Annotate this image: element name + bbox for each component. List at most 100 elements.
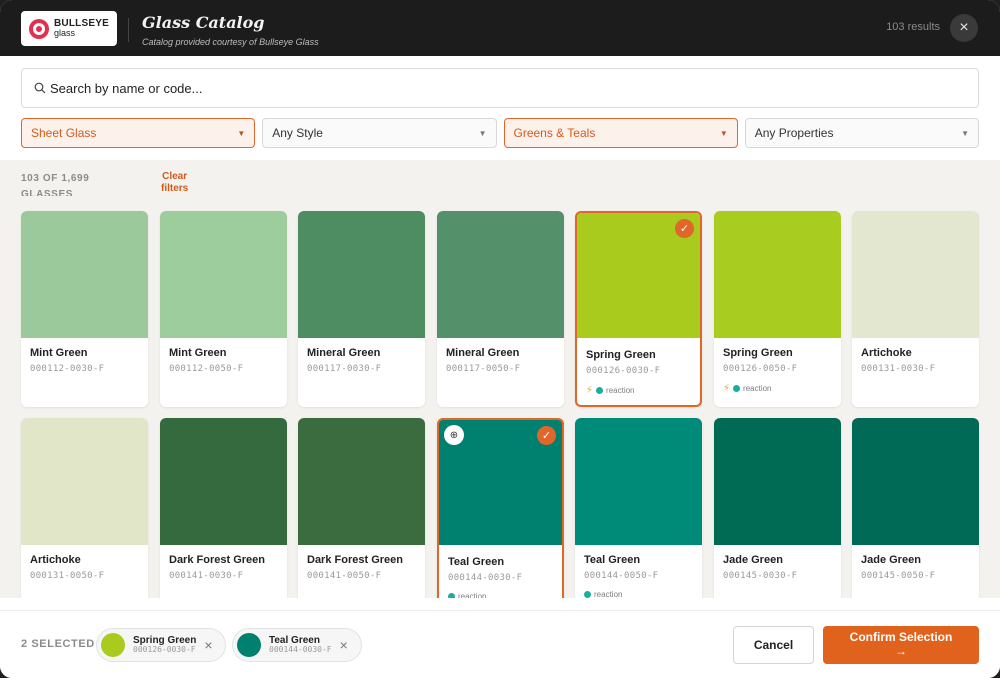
glass-count: 103 OF 1,699 GLASSES	[21, 173, 90, 196]
glass-swatch	[21, 211, 148, 338]
glass-card[interactable]: Teal Green 000144-0050-F reaction	[575, 418, 702, 598]
reactive-dot-icon	[733, 385, 741, 392]
cancel-button[interactable]: Cancel	[733, 626, 814, 664]
close-icon: ×	[959, 19, 969, 36]
chevron-down-icon: ▼	[237, 128, 246, 138]
tag-label: reaction	[606, 386, 635, 395]
chevron-down-icon: ▼	[478, 128, 487, 138]
glass-code: 000126-0050-F	[723, 364, 798, 374]
logo-line2: glass	[54, 28, 76, 38]
glass-swatch	[21, 418, 148, 545]
glass-swatch	[852, 211, 979, 338]
selected-chip: Teal Green 000144-0030-F ×	[232, 628, 362, 662]
glass-name: Spring Green	[723, 347, 793, 359]
glass-code: 000117-0030-F	[307, 364, 382, 374]
glass-swatch	[852, 418, 979, 545]
glass-code: 000126-0030-F	[586, 366, 661, 376]
chip-swatch	[237, 633, 261, 657]
page-subtitle: Catalog provided courtesy of Bullseye Gl…	[142, 37, 319, 47]
glass-swatch	[160, 211, 287, 338]
glass-swatch	[437, 211, 564, 338]
header-bar: BULLSEYE glass Glass Catalog Catalog pro…	[0, 0, 1000, 56]
bolt-icon: ⚡	[723, 383, 731, 394]
glass-name: Artichoke	[30, 554, 81, 566]
glass-card[interactable]: Mint Green 000112-0050-F	[160, 211, 287, 407]
glass-card[interactable]: Dark Forest Green 000141-0050-F	[298, 418, 425, 598]
glass-code: 000117-0050-F	[446, 364, 521, 374]
filter-color-family[interactable]: Greens & Teals ▼	[503, 118, 738, 148]
glass-code: 000112-0050-F	[169, 364, 244, 374]
confirm-selection-button[interactable]: Confirm Selection →	[823, 626, 979, 664]
check-icon: ✓	[675, 219, 694, 238]
glass-name: Artichoke	[861, 347, 912, 359]
glass-name: Teal Green	[584, 554, 641, 566]
page-title: Glass Catalog	[142, 13, 265, 32]
results-count: 103 results	[886, 21, 940, 33]
glass-card[interactable]: Artichoke 000131-0050-F	[21, 418, 148, 598]
tag-label: reaction	[458, 592, 487, 598]
glass-code: 000131-0050-F	[30, 571, 105, 581]
glass-code: 000112-0030-F	[30, 364, 105, 374]
glass-name: Spring Green	[586, 349, 656, 361]
glass-code: 000144-0030-F	[448, 573, 523, 583]
glass-card[interactable]: Spring Green 000126-0030-F ⚡ reaction ✓	[575, 211, 702, 407]
glass-card[interactable]: Jade Green 000145-0050-F	[852, 418, 979, 598]
glass-card[interactable]: Spring Green 000126-0050-F ⚡ reaction	[714, 211, 841, 407]
filter-properties[interactable]: Any Properties ▼	[744, 118, 979, 148]
glass-tags: ⚡ reaction	[586, 385, 635, 396]
search-icon	[34, 82, 46, 94]
glass-swatch	[575, 418, 702, 545]
filter-glass-type[interactable]: Sheet Glass ▼	[21, 118, 256, 148]
glass-code: 000141-0050-F	[307, 571, 382, 581]
bolt-icon: ⚡	[586, 385, 594, 396]
glass-swatch	[298, 211, 425, 338]
clear-filters-link[interactable]: Clear filters	[161, 171, 188, 195]
glass-card[interactable]: Mint Green 000112-0030-F	[21, 211, 148, 407]
glass-swatch	[160, 418, 287, 545]
close-button[interactable]: ×	[950, 14, 978, 42]
glass-grid: Mint Green 000112-0030-F Mint Green 000112-…	[0, 196, 1000, 598]
chip-code: 000144-0030-F	[269, 645, 332, 655]
selected-count: 2 SELECTED	[21, 638, 95, 650]
glass-card[interactable]: Teal Green 000144-0030-F reaction ✓ ⊕	[437, 418, 564, 598]
glass-code: 000141-0030-F	[169, 571, 244, 581]
filter-style[interactable]: Any Style ▼	[262, 118, 497, 148]
glass-name: Jade Green	[861, 554, 921, 566]
glass-tags: ⚡ reaction	[723, 383, 772, 394]
filter-bar: Sheet Glass ▼ Any Style ▼ Greens & Teals…	[21, 118, 979, 148]
glass-card[interactable]: Jade Green 000145-0030-F	[714, 418, 841, 598]
glass-card[interactable]: Artichoke 000131-0030-F	[852, 211, 979, 407]
remove-chip-button[interactable]: ×	[204, 637, 212, 653]
search-input[interactable]	[50, 80, 930, 96]
chip-code: 000126-0030-F	[133, 645, 196, 655]
bullseye-logo: BULLSEYE glass	[21, 11, 117, 46]
glass-code: 000131-0030-F	[861, 364, 936, 374]
check-icon: ✓	[537, 426, 556, 445]
glass-name: Dark Forest Green	[307, 554, 403, 566]
chip-swatch	[101, 633, 125, 657]
header-divider	[128, 18, 129, 42]
glass-card[interactable]: Mineral Green 000117-0030-F	[298, 211, 425, 407]
glass-code: 000145-0050-F	[861, 571, 936, 581]
glass-code: 000145-0030-F	[723, 571, 798, 581]
search-box	[21, 68, 979, 108]
glass-swatch	[714, 211, 841, 338]
bullseye-logo-icon	[29, 18, 49, 39]
glass-card[interactable]: Dark Forest Green 000141-0030-F	[160, 418, 287, 598]
zoom-icon[interactable]: ⊕	[444, 425, 464, 445]
glass-name: Dark Forest Green	[169, 554, 265, 566]
glass-catalog-modal: BULLSEYE glass Glass Catalog Catalog pro…	[0, 0, 1000, 678]
reactive-dot-icon	[596, 387, 604, 394]
remove-chip-button[interactable]: ×	[340, 637, 348, 653]
selection-footer: 2 SELECTED Spring Green 000126-0030-F × …	[0, 610, 1000, 678]
tag-label: reaction	[594, 590, 623, 598]
reactive-dot-icon	[448, 593, 455, 598]
glass-name: Mint Green	[169, 347, 227, 359]
glass-swatch	[298, 418, 425, 545]
glass-name: Mint Green	[30, 347, 88, 359]
arrow-right-icon: →	[895, 644, 907, 658]
chevron-down-icon: ▼	[719, 128, 728, 138]
tag-label: reaction	[743, 384, 772, 393]
glass-card[interactable]: Mineral Green 000117-0050-F	[437, 211, 564, 407]
reactive-dot-icon	[584, 591, 591, 598]
